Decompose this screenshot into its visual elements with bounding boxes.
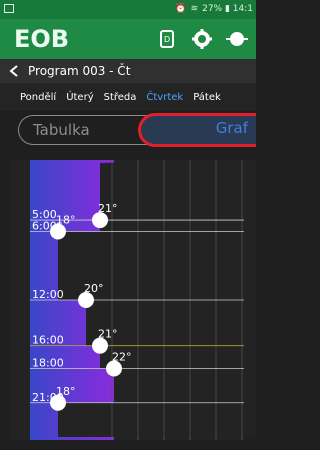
settings-gear-icon[interactable]: [191, 28, 213, 50]
temperature-label: 21°: [98, 202, 118, 215]
app-bar: EOB D: [0, 19, 256, 59]
status-text: 27% ▮ 14:1: [202, 4, 253, 14]
title-bar: Program 003 - Čt: [0, 59, 256, 83]
tab-tuesday[interactable]: Úterý: [66, 92, 93, 103]
back-arrow-icon[interactable]: [8, 64, 20, 78]
wifi-icon: ≋: [190, 4, 199, 14]
gallery-icon: [4, 4, 14, 13]
temperature-label: 22°: [112, 351, 132, 364]
program-title: Program 003 - Čt: [28, 64, 131, 78]
tab-friday[interactable]: Pátek: [193, 92, 221, 103]
temperature-chart: 5:00 21° 6:00 18° 12:00 20° 16:00 21° 18:00 22° 21…: [0, 160, 269, 440]
table-tab[interactable]: Tabulka: [33, 121, 90, 139]
time-label: 16:00: [32, 334, 64, 347]
svg-text:EOB: EOB: [14, 25, 68, 53]
tab-thursday[interactable]: Čtvrtek: [146, 92, 183, 103]
temperature-label: 18°: [56, 385, 76, 398]
tab-monday[interactable]: Pondělí: [20, 92, 56, 103]
graph-tab[interactable]: Graf: [138, 113, 256, 147]
status-bar: ⏰ ≋ 27% ▮ 14:1: [0, 0, 256, 19]
time-label: 18:00: [32, 357, 64, 370]
tab-wednesday[interactable]: Středa: [104, 92, 137, 103]
temperature-label: 21°: [98, 328, 118, 341]
temperature-label: 20°: [84, 282, 104, 295]
time-label: 12:00: [32, 288, 64, 301]
device-icon[interactable]: D: [156, 28, 178, 50]
status-right: ⏰ ≋ 27% ▮ 14:1: [175, 4, 253, 14]
svg-text:D: D: [164, 35, 170, 44]
chart-svg: 5:00 21°6:00 18°12:00 20°16:00 21°18:00 22°21…: [10, 160, 269, 440]
graph-label: Graf: [215, 119, 248, 137]
day-tabs: Pondělí Úterý Středa Čtvrtek Pátek: [0, 83, 256, 111]
thermostat-icon[interactable]: [226, 28, 248, 50]
eob-logo: EOB: [14, 25, 68, 53]
alarm-icon: ⏰: [175, 4, 187, 14]
temperature-label: 18°: [56, 214, 76, 227]
